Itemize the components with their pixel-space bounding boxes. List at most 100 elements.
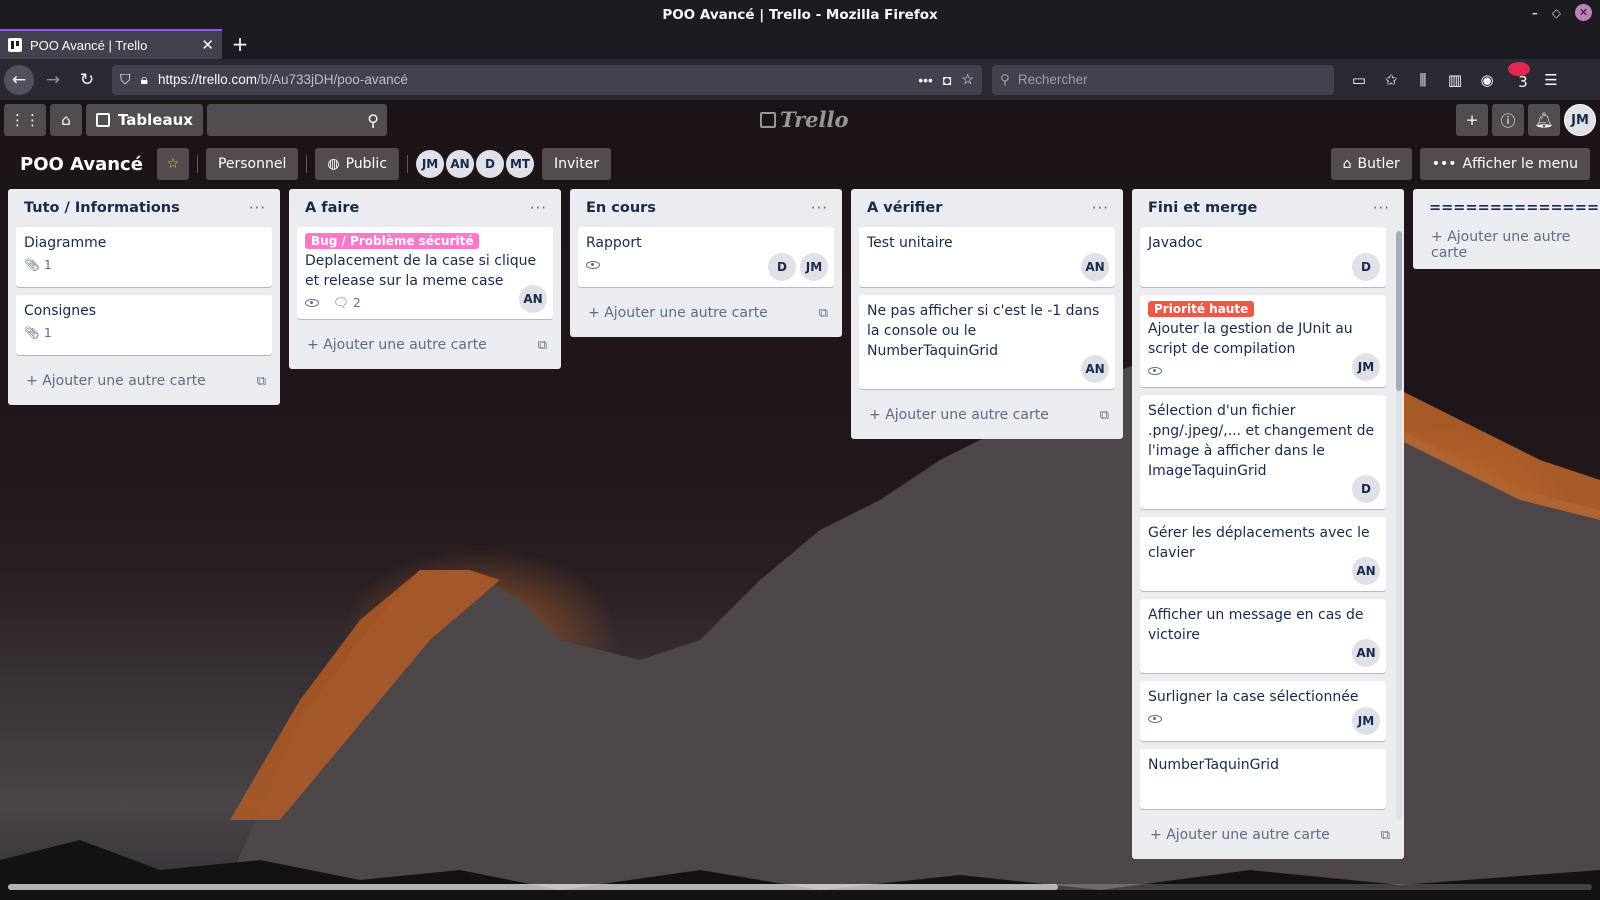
board-horizontal-scrollbar[interactable] [8, 884, 1592, 890]
info-icon[interactable]: ⓘ [1492, 104, 1524, 136]
list-menu-icon[interactable]: ··· [1373, 199, 1390, 217]
add-card-button[interactable]: + Ajouter une autre carte ⧉ [578, 295, 834, 331]
apps-grid-icon[interactable]: ⋮⋮ [4, 104, 46, 136]
page-actions-icon[interactable]: ••• [918, 72, 933, 88]
reload-icon[interactable]: ↻ [72, 65, 102, 95]
account-icon[interactable]: ◉ [1476, 71, 1498, 89]
browser-tab[interactable]: POO Avancé | Trello ✕ [0, 29, 222, 59]
card-label-priority[interactable]: Priorité haute [1148, 301, 1255, 317]
card-template-icon[interactable]: ⧉ [1100, 408, 1109, 423]
team-button[interactable]: Personnel [205, 148, 299, 180]
trello-search-input[interactable]: ⚲ [206, 104, 387, 136]
list-menu-icon[interactable]: ··· [530, 199, 547, 217]
list-title[interactable]: A faire [305, 200, 359, 216]
list-header[interactable]: =============== [1421, 189, 1600, 227]
card-member-avatar[interactable]: AN [1081, 253, 1109, 281]
member-avatar[interactable]: MT [506, 150, 535, 178]
card[interactable]: NumberTaquinGrid [1140, 749, 1386, 809]
card[interactable]: Diagramme 📎︎ 1 [16, 227, 272, 287]
card-member-avatar[interactable]: AN [1081, 355, 1109, 383]
card-member-avatar[interactable]: D [1352, 253, 1380, 281]
minimize-icon[interactable]: – [1532, 6, 1538, 20]
list-header[interactable]: Fini et merge ··· [1140, 189, 1396, 227]
add-card-button[interactable]: + Ajouter une autre carte ⧉ [1140, 817, 1396, 853]
bookmarks-star-icon[interactable]: ✩ [1380, 71, 1402, 89]
lock-icon[interactable]: 🔒︎ [141, 71, 148, 88]
card-member-avatar[interactable]: AN [1352, 557, 1380, 585]
notifications-bell-icon[interactable]: 🔔︎ [1528, 104, 1560, 136]
browser-search-input[interactable]: ⚲ Rechercher [992, 64, 1334, 95]
add-card-button[interactable]: + Ajouter une autre carte ⧉ [859, 397, 1115, 433]
list-header[interactable]: En cours ··· [578, 189, 834, 227]
card-template-icon[interactable]: ⧉ [538, 338, 547, 353]
trello-logo[interactable]: Trello [760, 107, 849, 132]
card[interactable]: Sélection d'un fichier .png/.jpeg/,... e… [1140, 395, 1386, 509]
card[interactable]: Consignes 📎︎ 1 [16, 295, 272, 355]
card-member-avatar[interactable]: D [1352, 475, 1380, 503]
list-scrollbar-thumb[interactable] [1396, 231, 1402, 391]
hamburger-menu-icon[interactable]: ☰ [1540, 71, 1562, 89]
card-member-avatar[interactable]: JM [1352, 707, 1380, 735]
card[interactable]: Test unitaire AN [859, 227, 1115, 287]
board-title[interactable]: POO Avancé [20, 154, 143, 175]
bookmark-star-icon[interactable]: ☆ [961, 71, 974, 88]
tracking-shield-icon[interactable]: ⛉ [120, 71, 131, 88]
list-header[interactable]: A vérifier ··· [859, 189, 1115, 227]
list-title[interactable]: A vérifier [867, 200, 942, 216]
list-title[interactable]: =============== [1429, 200, 1600, 216]
card[interactable]: Rapport D JM [578, 227, 834, 287]
list-title[interactable]: Tuto / Informations [24, 200, 180, 216]
sidebar-icon[interactable]: ▥ [1444, 71, 1466, 89]
card-member-avatar[interactable]: D [768, 253, 796, 281]
list-header[interactable]: Tuto / Informations ··· [16, 189, 272, 227]
card-template-icon[interactable]: ⧉ [1381, 828, 1390, 843]
close-window-icon[interactable]: ✕ [1575, 4, 1592, 21]
url-text[interactable]: https://trello.com/b/Au733jDH/poo-avancé [158, 72, 908, 87]
card[interactable]: Afficher un message en cas de victoire A… [1140, 599, 1386, 673]
card-label-bug[interactable]: Bug / Problème sécurité [305, 233, 480, 249]
card-member-avatar[interactable]: AN [519, 285, 547, 313]
pocket-icon[interactable]: ◘ [943, 72, 951, 88]
list-cards-scroll-area[interactable]: Javadoc D Priorité haute Ajouter la gest… [1140, 227, 1396, 817]
add-card-button[interactable]: + Ajouter une autre carte ⧉ [16, 363, 272, 399]
user-avatar[interactable]: JM [1564, 104, 1596, 136]
create-plus-icon[interactable]: + [1456, 104, 1488, 136]
card[interactable]: Surligner la case sélectionnée JM [1140, 681, 1386, 741]
visibility-button[interactable]: ◍ Public [315, 148, 400, 180]
card[interactable]: Bug / Problème sécurité Deplacement de l… [297, 227, 553, 319]
extension-icon[interactable]: 3 [1508, 61, 1530, 98]
card-template-icon[interactable]: ⧉ [257, 374, 266, 389]
member-avatar[interactable]: D [476, 150, 505, 178]
member-avatar[interactable]: AN [446, 150, 475, 178]
add-card-button[interactable]: + Ajouter une autre carte ⧉ [297, 327, 553, 363]
list-menu-icon[interactable]: ··· [811, 199, 828, 217]
forward-arrow-icon[interactable]: → [38, 65, 68, 95]
card[interactable]: Ne pas afficher si c'est le -1 dans la c… [859, 295, 1115, 389]
card[interactable]: Gérer les déplacements avec le clavier A… [1140, 517, 1386, 591]
downloads-icon[interactable]: ▭ [1348, 71, 1370, 89]
list-title[interactable]: Fini et merge [1148, 200, 1257, 216]
card-template-icon[interactable]: ⧉ [819, 306, 828, 321]
list-menu-icon[interactable]: ··· [1092, 199, 1109, 217]
board-scrollbar-thumb[interactable] [8, 884, 1058, 890]
maximize-icon[interactable]: ◇ [1552, 6, 1561, 20]
card-member-avatar[interactable]: JM [800, 253, 828, 281]
home-icon[interactable]: ⌂ [50, 104, 82, 136]
url-bar[interactable]: ⛉ 🔒︎ https://trello.com/b/Au733jDH/poo-a… [112, 64, 982, 95]
card-member-avatar[interactable]: AN [1352, 639, 1380, 667]
back-arrow-icon[interactable]: ← [4, 64, 34, 95]
list-header[interactable]: A faire ··· [297, 189, 553, 227]
card[interactable]: Javadoc D [1140, 227, 1386, 287]
new-tab-icon[interactable]: + [222, 29, 258, 59]
boards-button[interactable]: Tableaux [86, 104, 203, 136]
star-icon[interactable]: ☆ [156, 148, 189, 180]
list-title[interactable]: En cours [586, 200, 656, 216]
add-card-button[interactable]: + Ajouter une autre carte [1421, 227, 1600, 263]
list-scrollbar[interactable] [1396, 231, 1402, 819]
list-menu-icon[interactable]: ··· [249, 199, 266, 217]
close-tab-icon[interactable]: ✕ [201, 36, 214, 54]
card[interactable]: Priorité haute Ajouter la gestion de JUn… [1140, 295, 1386, 387]
member-avatar[interactable]: JM [416, 150, 445, 178]
invite-button[interactable]: Inviter [542, 148, 612, 180]
butler-button[interactable]: ⌂ Butler [1330, 148, 1412, 180]
